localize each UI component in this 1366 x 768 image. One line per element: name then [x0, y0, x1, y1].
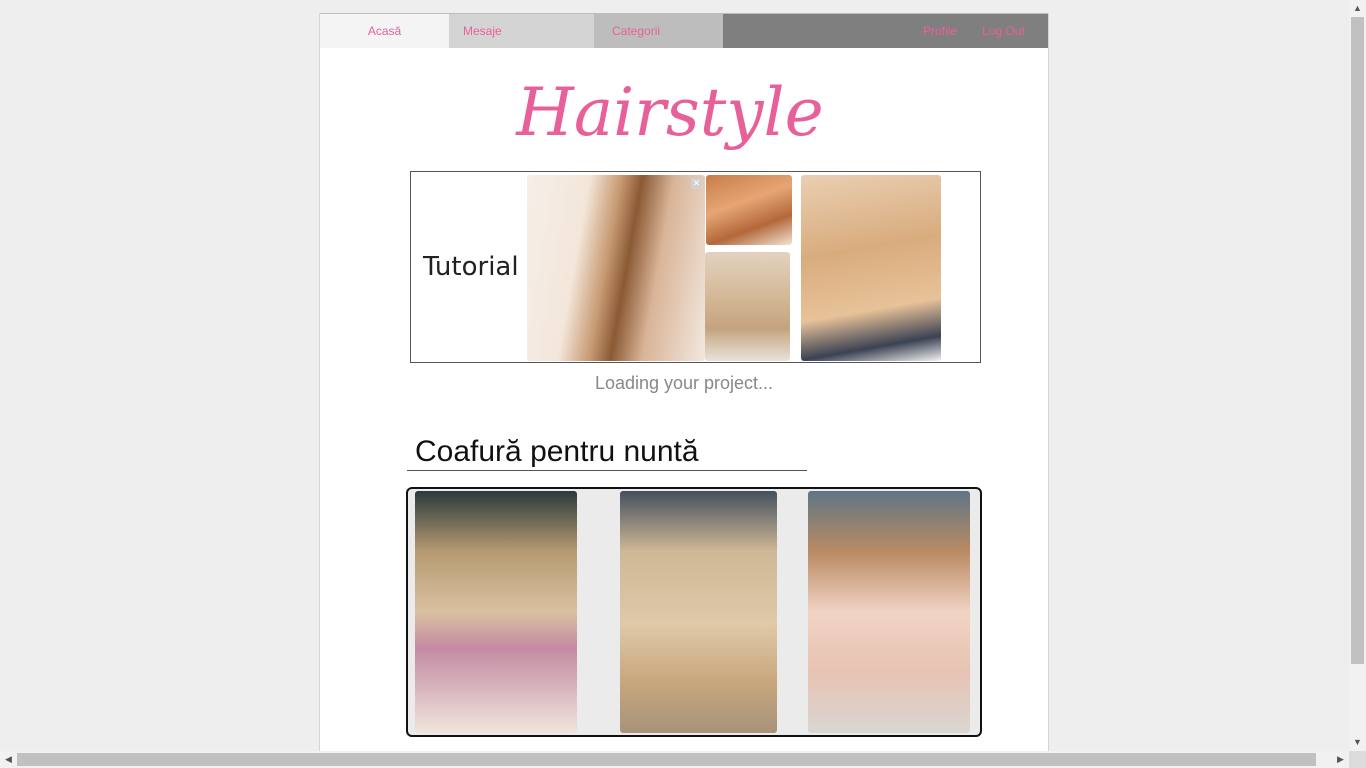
back-braid-photo — [705, 252, 790, 361]
gallery-photo-fishtail[interactable] — [415, 491, 577, 733]
nav-profile-link[interactable]: Profile — [923, 14, 957, 48]
nav-home-link[interactable]: Acasă — [320, 14, 449, 48]
nav-categories-link[interactable]: Categorii — [594, 14, 723, 48]
close-icon[interactable]: ✕ — [691, 178, 702, 189]
section-title: Coafură pentru nuntă — [415, 435, 699, 468]
loading-message: Loading your project... — [594, 373, 774, 393]
hairstyle-logo: Hairstyle — [515, 74, 823, 151]
braid-side-photo — [527, 175, 705, 361]
vertical-scroll-thumb[interactable] — [1351, 17, 1364, 664]
scroll-right-icon[interactable]: ▶ — [1332, 751, 1349, 768]
scroll-up-icon[interactable]: ▲ — [1349, 0, 1366, 17]
scroll-left-icon[interactable]: ◀ — [0, 751, 17, 768]
section-divider — [407, 470, 807, 471]
logo-text: Hairstyle — [515, 74, 823, 151]
nav-logout-link[interactable]: Log Out — [982, 14, 1025, 48]
horizontal-scroll-thumb[interactable] — [17, 753, 1316, 766]
scroll-down-icon[interactable]: ▼ — [1349, 734, 1366, 751]
horizontal-scrollbar[interactable]: ◀ ▶ — [0, 751, 1349, 768]
half-up-twist-photo — [801, 175, 941, 361]
wedding-gallery — [406, 487, 982, 737]
tutorial-label: Tutorial — [423, 252, 519, 282]
gallery-photo-half-up-waves[interactable] — [620, 491, 777, 733]
top-navigation: Acasă Mesaje Categorii Profile Log Out — [320, 13, 1048, 48]
nav-messages-link[interactable]: Mesaje — [449, 14, 594, 48]
vertical-scrollbar[interactable]: ▲ ▼ — [1349, 0, 1366, 751]
tutorial-banner[interactable]: Tutorial ✕ — [410, 171, 981, 363]
scrollbar-corner — [1349, 751, 1366, 768]
gallery-photo-crown-updo[interactable] — [808, 491, 970, 733]
page-container: Acasă Mesaje Categorii Profile Log Out H… — [319, 13, 1049, 753]
waterfall-braid-photo — [706, 175, 792, 245]
